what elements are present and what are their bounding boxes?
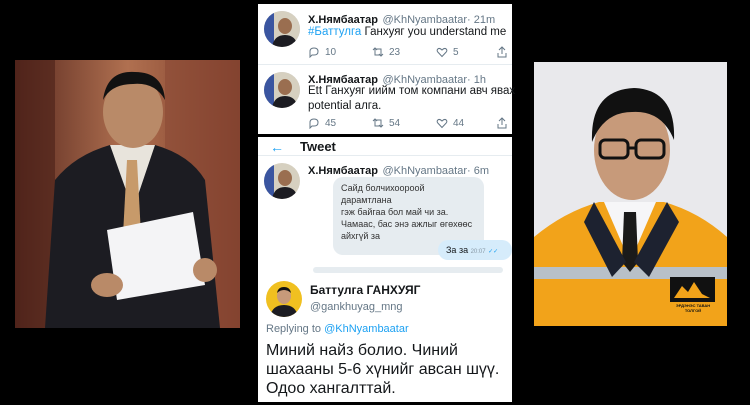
replying-to-label: Replying to	[266, 323, 325, 335]
badge-text: ЭРДЭНЭС ТАВАН ТОЛГОЙ	[675, 303, 711, 313]
reply-author-handle[interactable]: @gankhuyag_mng	[310, 301, 403, 313]
retweet-count: 23	[389, 46, 401, 58]
author-name[interactable]: Х.Нямбаатар	[308, 165, 378, 177]
tweet-card-1[interactable]: Х.Нямбаатар @KhNyambaatar· 21m #Баттулга…	[258, 4, 512, 64]
tweet-text: Ганхуяг you understand me	[361, 26, 507, 38]
reply-text-line-3: Одоо хангалттай.	[266, 380, 396, 397]
tweet-text-line-1: Ett Ганхуяг иийм том компани авч явах	[308, 85, 516, 97]
heart-icon	[436, 118, 448, 129]
replying-to-handle[interactable]: @KhNyambaatar	[324, 323, 409, 335]
like-button[interactable]: 5	[436, 46, 496, 58]
reply-icon	[309, 118, 319, 129]
like-count: 5	[453, 46, 459, 58]
reply-count: 45	[325, 117, 337, 129]
tweet-text-line-2: potential алга.	[308, 100, 382, 112]
like-count: 44	[453, 117, 465, 129]
reply-avatar[interactable]	[266, 281, 302, 317]
avatar[interactable]	[264, 163, 300, 199]
heart-icon	[436, 47, 448, 58]
message-line: Чамаас, бас энэ ажлыг өгөхөөс	[341, 219, 473, 229]
header-title: Tweet	[300, 139, 336, 154]
retweet-count: 54	[389, 117, 401, 129]
back-arrow-icon[interactable]: ←	[270, 139, 284, 155]
reply-button[interactable]: 10	[308, 46, 372, 58]
tweet-detail: ← Tweet Х.Нямбаатар @KhNyambaatar· 6m Са…	[258, 137, 512, 402]
avatar[interactable]	[264, 72, 300, 108]
left-photo	[15, 60, 240, 328]
read-check-icon: ✓✓	[488, 249, 499, 255]
share-button[interactable]	[496, 46, 508, 58]
share-icon	[497, 117, 507, 129]
retweet-button[interactable]: 23	[372, 46, 436, 58]
message-text: За за	[446, 245, 469, 255]
right-photo: ЭРДЭНЭС ТАВАН ТОЛГОЙ	[534, 62, 727, 326]
message-preview-strip	[313, 267, 503, 273]
message-line: гэж байгаа бол май чи за.	[341, 207, 449, 217]
retweet-button[interactable]: 54	[372, 117, 436, 129]
message-bubble-outgoing: За за 20:07 ✓✓	[438, 240, 512, 260]
reply-text-line-2: шахааны 5-6 хүнийг авсан шүү.	[266, 361, 500, 378]
hashtag-link[interactable]: #Баттулга	[308, 26, 361, 38]
reply-count: 10	[325, 46, 337, 58]
reply-author-name[interactable]: Баттулга ГАНХУЯГ	[310, 283, 420, 297]
share-button[interactable]	[496, 117, 508, 129]
author-handle[interactable]: @KhNyambaatar	[382, 165, 467, 177]
message-line: Сайд болчихоороой дарамтлана	[341, 183, 425, 205]
retweet-icon	[372, 47, 384, 57]
reply-icon	[309, 47, 319, 58]
avatar[interactable]	[264, 11, 300, 47]
retweet-icon	[372, 118, 384, 128]
tweet-card-2[interactable]: Х.Нямбаатар @KhNyambaatar· 1h Ett Ганхуя…	[258, 64, 516, 134]
reply-button[interactable]: 45	[308, 117, 372, 129]
share-icon	[497, 46, 507, 58]
like-button[interactable]: 44	[436, 117, 496, 129]
tweet-time: · 6m	[467, 165, 490, 177]
reply-text-line-1: Миний найз болио. Чиний	[266, 342, 458, 359]
message-time: 20:07	[470, 249, 486, 255]
